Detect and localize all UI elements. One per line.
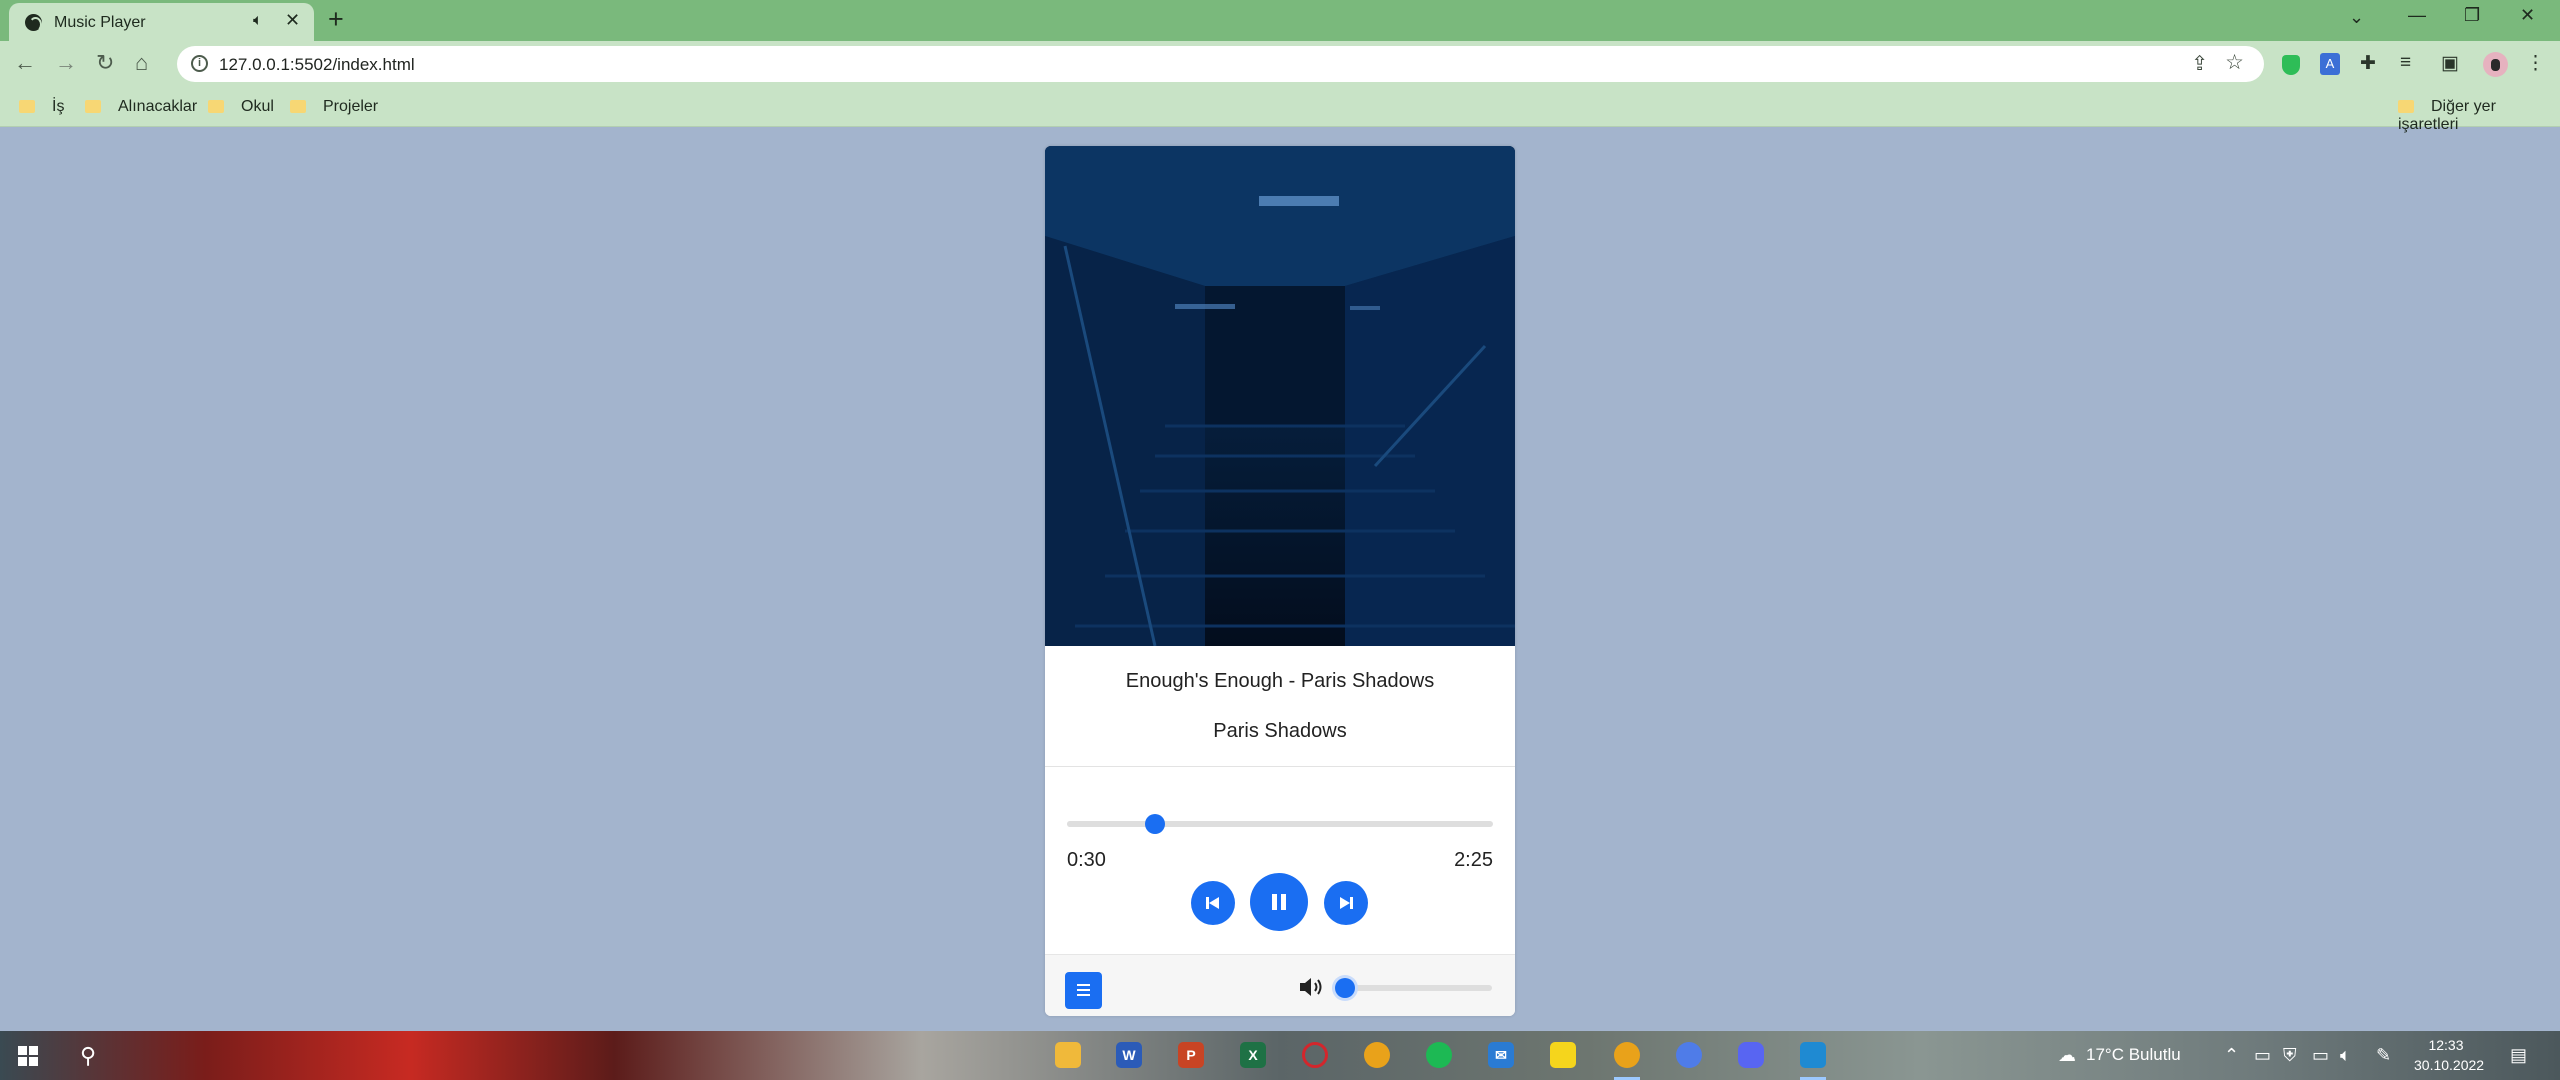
progress-thumb[interactable] [1145, 814, 1166, 834]
pause-icon [1272, 894, 1286, 910]
bookmark-label: Alınacaklar [118, 98, 198, 115]
volume-icon[interactable] [1298, 976, 1326, 998]
windows-taskbar: ⚲ W P X ✉ ☁ 17°C Bulutlu ⌃ ▭ ⛨ ▭ 🔈︎ ✎ 12… [0, 1031, 2560, 1080]
media-controls-icon[interactable]: ≡ [2400, 52, 2411, 74]
extensions-puzzle-icon[interactable]: ✚ [2360, 52, 2376, 75]
browser-tab[interactable]: Music Player 🔈︎ ✕ [9, 3, 314, 41]
chrome-icon[interactable] [1364, 1042, 1390, 1068]
translate-extension-icon[interactable]: A [2320, 53, 2340, 75]
restore-button[interactable]: ❐ [2464, 5, 2480, 26]
back-button[interactable]: ← [14, 50, 36, 76]
discord-icon[interactable] [1738, 1042, 1764, 1068]
volume-thumb[interactable] [1334, 978, 1355, 998]
security-icon[interactable]: ⛨ [2283, 1045, 2297, 1066]
close-window-button[interactable]: ✕ [2520, 5, 2535, 26]
folder-icon [19, 100, 35, 113]
info-icon[interactable]: i [191, 55, 208, 72]
powerpoint-icon[interactable]: P [1178, 1042, 1204, 1068]
opera-icon[interactable] [1302, 1042, 1328, 1068]
tray-chevron-icon[interactable]: ⌃ [2224, 1045, 2239, 1066]
bookmark-label: Okul [241, 98, 274, 115]
messenger-icon[interactable] [1676, 1042, 1702, 1068]
excel-icon[interactable]: X [1240, 1042, 1266, 1068]
weather-text[interactable]: 17°C Bulutlu [2086, 1045, 2181, 1065]
song-artist: Paris Shadows [1213, 720, 1347, 742]
address-bar[interactable]: i 127.0.0.1:5502/index.html ⇪ ☆ [177, 46, 2264, 82]
bookmarks-bar: İş Alınacaklar Okul Projeler Diğer yer i… [0, 88, 2560, 133]
start-tile [29, 1046, 38, 1055]
pen-icon[interactable]: ✎ [2376, 1045, 2391, 1066]
globe-icon [25, 14, 42, 32]
windows-start-icon[interactable] [18, 1046, 38, 1066]
album-cover-image [1045, 146, 1515, 646]
sticky-notes-icon[interactable] [1550, 1042, 1576, 1068]
menu-kebab-icon[interactable]: ⋮ [2526, 52, 2545, 75]
shield-extension-icon[interactable] [2282, 55, 2300, 75]
browser-toolbar: ← → ↻ ⌂ i 127.0.0.1:5502/index.html ⇪ ☆ … [0, 41, 2560, 88]
start-tile [18, 1057, 27, 1066]
browser-titlebar: Music Player 🔈︎ ✕ + ⌄ — ❐ ✕ [0, 0, 2560, 41]
vscode-icon[interactable] [1800, 1042, 1826, 1068]
list-icon-line [1077, 989, 1090, 991]
chrome-profile-icon[interactable] [1614, 1042, 1640, 1068]
folder-icon [2398, 100, 2414, 113]
pause-button[interactable] [1250, 873, 1308, 931]
speaker-icon[interactable]: 🔈︎ [253, 12, 263, 30]
bookmark-folder-projeler[interactable]: Projeler [290, 98, 378, 116]
url-text[interactable]: 127.0.0.1:5502/index.html [219, 55, 415, 75]
volume-slider[interactable] [1332, 978, 1492, 998]
volume-tray-icon[interactable]: 🔈︎ [2340, 1045, 2351, 1066]
bookmark-label: Projeler [323, 98, 379, 115]
list-icon [1077, 984, 1090, 986]
folder-icon [85, 100, 101, 113]
spotify-icon[interactable] [1426, 1042, 1452, 1068]
close-tab-icon[interactable]: ✕ [285, 10, 300, 31]
side-panel-icon[interactable]: ▣ [2441, 52, 2459, 75]
network-icon[interactable]: ▭ [2312, 1045, 2329, 1066]
start-tile [29, 1057, 38, 1066]
previous-button[interactable] [1191, 881, 1235, 925]
bookmark-folder-okul[interactable]: Okul [208, 98, 274, 116]
current-time: 0:30 [1067, 849, 1106, 871]
bookmark-star-icon[interactable]: ☆ [2225, 50, 2244, 75]
duration: 2:25 [1454, 849, 1493, 871]
notifications-icon[interactable]: ▤ [2510, 1045, 2527, 1066]
clock-date: 30.10.2022 [2414, 1057, 2485, 1073]
new-tab-button[interactable]: + [328, 4, 344, 35]
taskbar-clock[interactable]: 12:33 30.10.2022 [2414, 1035, 2485, 1075]
minimize-button[interactable]: — [2408, 5, 2426, 26]
bookmark-folder-is[interactable]: İş [19, 98, 64, 116]
list-icon-line [1077, 994, 1090, 996]
forward-button[interactable]: → [55, 50, 77, 76]
taskbar-search-icon[interactable]: ⚲ [80, 1043, 96, 1069]
word-icon[interactable]: W [1116, 1042, 1142, 1068]
share-icon[interactable]: ⇪ [2191, 51, 2208, 76]
folder-icon [208, 100, 224, 113]
divider [1045, 766, 1515, 767]
player-footer [1045, 954, 1515, 1016]
profile-avatar[interactable] [2483, 52, 2508, 77]
clock-time: 12:33 [2428, 1037, 2464, 1053]
skip-forward-icon [1340, 897, 1353, 909]
playlist-button[interactable] [1065, 972, 1102, 1009]
bookmark-folder-alinacaklar[interactable]: Alınacaklar [85, 98, 197, 116]
tab-title: Music Player [54, 14, 146, 31]
progress-fill [1067, 821, 1156, 827]
file-explorer-icon[interactable] [1055, 1042, 1081, 1068]
tab-search-icon[interactable]: ⌄ [2349, 7, 2364, 28]
next-button[interactable] [1324, 881, 1368, 925]
start-tile [18, 1046, 27, 1055]
bookmark-label: İş [52, 98, 65, 115]
home-button[interactable]: ⌂ [135, 50, 148, 76]
mail-icon[interactable]: ✉ [1488, 1042, 1514, 1068]
song-title: Enough's Enough - Paris Shadows [1125, 670, 1435, 692]
music-player-card: Enough's Enough - Paris Shadows Paris Sh… [1045, 146, 1515, 1016]
skip-back-icon [1206, 897, 1219, 909]
other-bookmarks-folder[interactable]: Diğer yer işaretleri [2398, 98, 2560, 134]
cloud-icon[interactable]: ☁ [2058, 1045, 2076, 1066]
progress-slider[interactable] [1067, 814, 1493, 834]
folder-icon [290, 100, 306, 113]
reload-button[interactable]: ↻ [96, 50, 114, 76]
tray-device-icon[interactable]: ▭ [2254, 1045, 2271, 1066]
